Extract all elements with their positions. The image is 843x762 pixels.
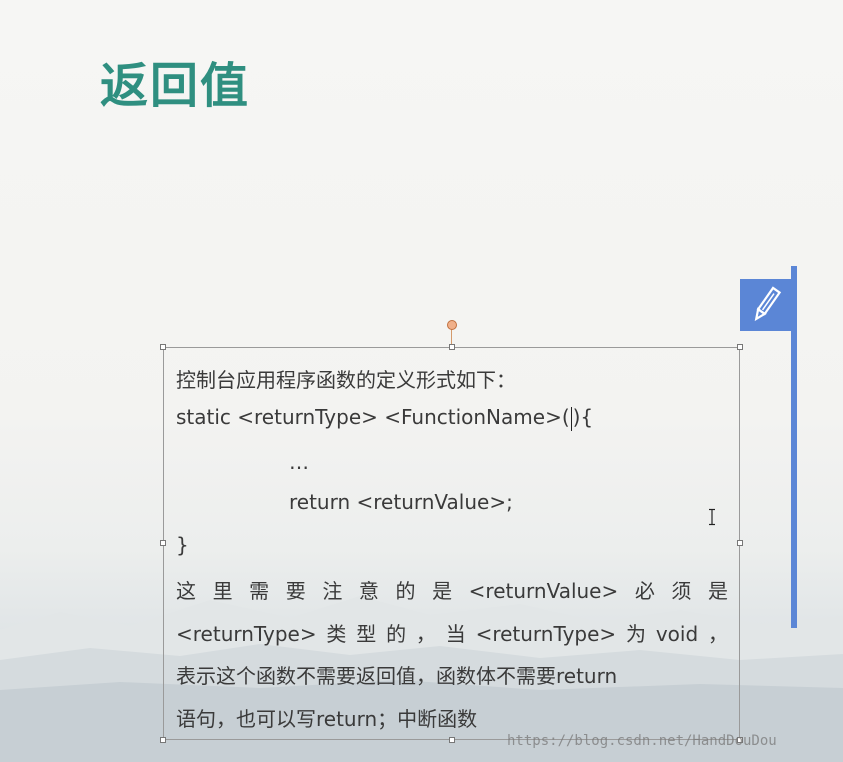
note-line-1: 这里需要注意的是<returnValue>必须是 bbox=[176, 579, 728, 603]
watermark: https://blog.csdn.net/HandDouDou bbox=[507, 733, 777, 749]
signature-suffix: ){ bbox=[572, 405, 594, 429]
rotation-handle[interactable] bbox=[447, 320, 457, 330]
resize-handle-bottom-left[interactable] bbox=[160, 737, 166, 743]
pencil-icon bbox=[754, 286, 781, 322]
side-accent-bar bbox=[791, 266, 797, 628]
return-statement: return <returnValue>; bbox=[289, 490, 513, 514]
text-cursor-icon bbox=[709, 508, 715, 526]
signature-prefix: static <returnType> <FunctionName>( bbox=[176, 405, 570, 429]
note-line-2: <returnType>类型的，当<returnType>为void， bbox=[176, 622, 728, 646]
resize-handle-top-right[interactable] bbox=[737, 344, 743, 350]
body-ellipsis: … bbox=[289, 450, 309, 474]
resize-handle-left[interactable] bbox=[160, 540, 166, 546]
function-signature: static <returnType> <FunctionName>(){ bbox=[176, 405, 593, 431]
definition-intro: 控制台应用程序函数的定义形式如下： bbox=[176, 368, 516, 392]
note-line-4: 语句，也可以写return；中断函数 bbox=[176, 707, 478, 731]
text-caret bbox=[570, 406, 572, 431]
resize-handle-bottom[interactable] bbox=[449, 737, 455, 743]
resize-handle-top[interactable] bbox=[449, 344, 455, 350]
resize-handle-right[interactable] bbox=[737, 540, 743, 546]
resize-handle-top-left[interactable] bbox=[160, 344, 166, 350]
closing-brace: } bbox=[176, 533, 189, 557]
note-line-3: 表示这个函数不需要返回值，函数体不需要return bbox=[176, 664, 618, 688]
slide-title: 返回值 bbox=[100, 58, 251, 114]
pencil-tab[interactable] bbox=[740, 279, 791, 331]
